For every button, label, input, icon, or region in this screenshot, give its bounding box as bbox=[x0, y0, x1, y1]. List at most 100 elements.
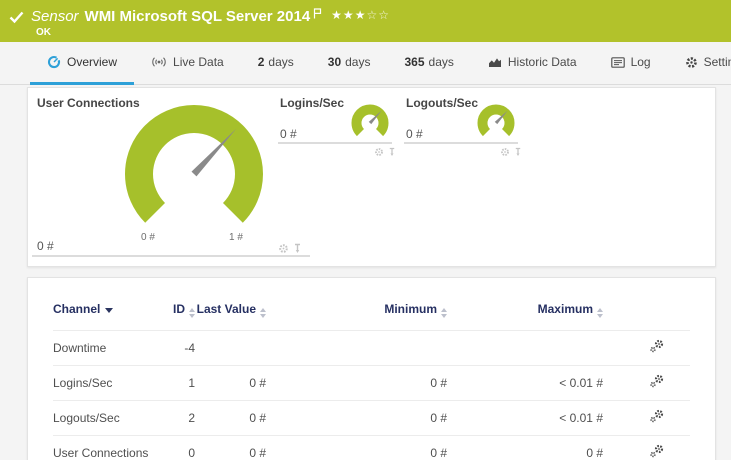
edit-channel-gears-icon[interactable] bbox=[649, 339, 665, 357]
gauges-panel: User Connections 0 # 1 # 0 # Logins/Sec … bbox=[27, 87, 716, 267]
channel-id: 0 bbox=[153, 435, 195, 460]
channel-last-value: 0 # bbox=[195, 365, 266, 401]
tab-label: Historic Data bbox=[507, 55, 577, 69]
tab-30-days[interactable]: 30 days bbox=[311, 42, 388, 85]
channel-maximum: 0 # bbox=[447, 435, 603, 460]
edit-channel-gears-icon[interactable] bbox=[649, 374, 665, 392]
channel-minimum: 0 # bbox=[266, 435, 447, 460]
tab-number: 30 bbox=[327, 55, 342, 69]
gauge-action-icons bbox=[500, 144, 522, 162]
tab-label: days bbox=[268, 55, 294, 69]
channel-minimum: 0 # bbox=[266, 400, 447, 436]
tab-bar: Overview Live Data 2 days 30 days 365 da… bbox=[0, 42, 731, 85]
tab-label: Log bbox=[630, 55, 651, 69]
sort-toggle-icon bbox=[260, 308, 266, 318]
column-header-maximum[interactable]: Maximum bbox=[447, 298, 603, 331]
rating-stars-filled: ★★★ bbox=[331, 8, 367, 22]
logouts-gauge-block: Logouts/Sec 0 # bbox=[404, 94, 522, 158]
tab-overview[interactable]: Overview bbox=[30, 42, 135, 85]
channel-maximum: < 0.01 # bbox=[447, 365, 603, 401]
column-header-minimum[interactable]: Minimum bbox=[266, 298, 447, 331]
sort-toggle-icon bbox=[597, 308, 603, 318]
tab-365-days[interactable]: 365 days bbox=[387, 42, 470, 85]
user-connections-value: 0 # bbox=[37, 239, 54, 253]
gauge-settings-gear-icon[interactable] bbox=[500, 144, 510, 162]
column-label: Channel bbox=[53, 302, 101, 316]
sort-toggle-icon bbox=[189, 308, 195, 318]
tab-historic-data[interactable]: Historic Data bbox=[471, 42, 594, 85]
tab-settings[interactable]: Settings bbox=[668, 42, 731, 85]
page-title: WMI Microsoft SQL Server 2014 bbox=[84, 8, 311, 25]
table-header-row: Channel ID Last Value Minimum Maximum bbox=[53, 298, 690, 331]
channel-name[interactable]: Logins/Sec bbox=[53, 365, 153, 401]
gauge-title-logins: Logins/Sec bbox=[280, 96, 345, 110]
logins-value: 0 # bbox=[280, 127, 297, 141]
tab-label: Settings bbox=[703, 55, 731, 69]
channel-name[interactable]: Logouts/Sec bbox=[53, 400, 153, 436]
header-text-block: Sensor WMI Microsoft SQL Server 2014 ★★★… bbox=[31, 8, 390, 38]
priority-flag-icon[interactable] bbox=[313, 6, 322, 23]
gauge-scale-min: 0 # bbox=[141, 232, 155, 243]
column-label: ID bbox=[173, 302, 185, 316]
table-row[interactable]: User Connections 0 0 # 0 # 0 # bbox=[53, 435, 690, 460]
tab-number: 2 bbox=[257, 55, 265, 69]
tab-log[interactable]: Log bbox=[594, 42, 668, 85]
column-header-channel[interactable]: Channel bbox=[53, 298, 153, 331]
column-header-last-value[interactable]: Last Value bbox=[195, 298, 266, 331]
channel-name[interactable]: Downtime bbox=[53, 330, 153, 366]
chart-icon bbox=[488, 56, 502, 68]
logins-gauge bbox=[351, 104, 389, 137]
gauge-scale-max: 1 # bbox=[229, 232, 243, 243]
sort-toggle-icon bbox=[441, 308, 447, 318]
rating-stars-empty: ☆☆ bbox=[366, 8, 390, 22]
tab-label: days bbox=[345, 55, 371, 69]
column-header-actions bbox=[603, 298, 690, 331]
channel-maximum: < 0.01 # bbox=[447, 400, 603, 436]
pin-icon[interactable] bbox=[388, 144, 396, 162]
favorite-rating[interactable]: ★★★☆☆ bbox=[331, 7, 390, 24]
sensor-header: Sensor WMI Microsoft SQL Server 2014 ★★★… bbox=[0, 0, 731, 42]
status-badge: OK bbox=[36, 27, 51, 38]
sort-descending-icon bbox=[105, 308, 114, 313]
channel-id: 1 bbox=[153, 365, 195, 401]
tab-2-days[interactable]: 2 days bbox=[241, 42, 311, 85]
tab-label: days bbox=[428, 55, 454, 69]
table-row[interactable]: Logouts/Sec 2 0 # 0 # < 0.01 # bbox=[53, 400, 690, 436]
channel-last-value: 0 # bbox=[195, 435, 266, 460]
table-row[interactable]: Logins/Sec 1 0 # 0 # < 0.01 # bbox=[53, 365, 690, 401]
gear-icon bbox=[685, 56, 698, 69]
gauge-title-logouts: Logouts/Sec bbox=[406, 96, 479, 110]
gauge-icon bbox=[47, 55, 61, 69]
log-list-icon bbox=[610, 56, 625, 68]
live-broadcast-icon bbox=[151, 56, 167, 68]
channel-name[interactable]: User Connections bbox=[53, 435, 153, 460]
channel-last-value bbox=[195, 330, 266, 366]
tab-label: Live Data bbox=[173, 55, 224, 69]
logouts-gauge bbox=[477, 104, 515, 137]
tab-label: Overview bbox=[67, 55, 118, 69]
column-label: Last Value bbox=[196, 302, 256, 316]
status-ok-check-icon bbox=[9, 11, 24, 29]
edit-channel-gears-icon[interactable] bbox=[649, 444, 665, 460]
channel-last-value: 0 # bbox=[195, 400, 266, 436]
channel-minimum: 0 # bbox=[266, 365, 447, 401]
object-kind-label: Sensor bbox=[31, 8, 79, 25]
user-connections-gauge bbox=[125, 105, 263, 223]
gauge-divider bbox=[32, 255, 310, 257]
column-header-id[interactable]: ID bbox=[153, 298, 195, 331]
logins-gauge-block: Logins/Sec 0 # bbox=[278, 94, 396, 158]
tab-live-data[interactable]: Live Data bbox=[134, 42, 241, 85]
column-label: Minimum bbox=[384, 302, 437, 316]
tab-number: 365 bbox=[404, 55, 425, 69]
gauge-action-icons bbox=[374, 144, 396, 162]
edit-channel-gears-icon[interactable] bbox=[649, 409, 665, 427]
logouts-value: 0 # bbox=[406, 127, 423, 141]
channels-panel: Channel ID Last Value Minimum Maximum Do… bbox=[27, 277, 716, 460]
channels-table: Channel ID Last Value Minimum Maximum Do… bbox=[53, 298, 690, 460]
channel-id: -4 bbox=[153, 330, 195, 366]
column-label: Maximum bbox=[537, 302, 593, 316]
pin-icon[interactable] bbox=[514, 144, 522, 162]
gauge-settings-gear-icon[interactable] bbox=[374, 144, 384, 162]
table-row[interactable]: Downtime -4 bbox=[53, 330, 690, 366]
channel-minimum bbox=[266, 330, 447, 366]
